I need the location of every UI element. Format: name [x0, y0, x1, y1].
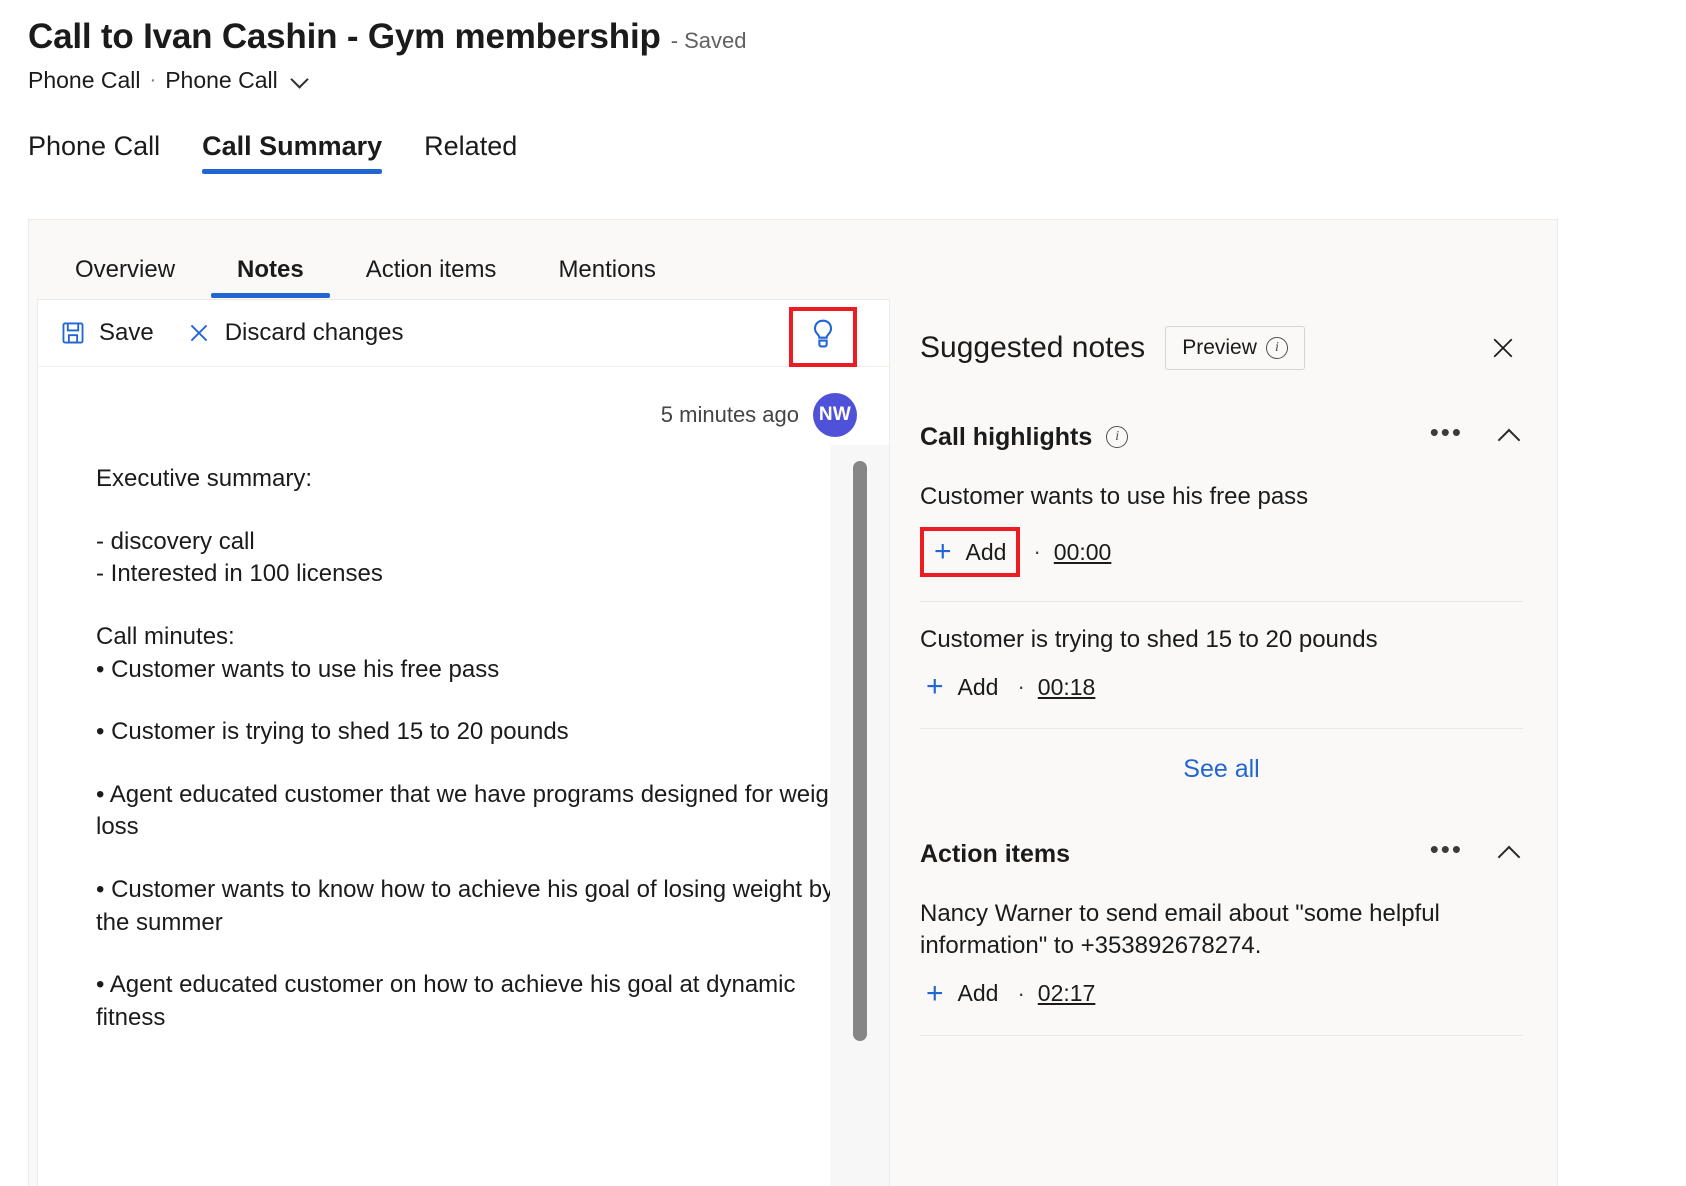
see-all-row: See all [920, 729, 1523, 814]
save-label: Save [99, 319, 154, 347]
note-line: • Customer wants to use his free pass [96, 654, 849, 687]
breadcrumb: Phone Call · Phone Call [28, 67, 1686, 94]
timestamp-link[interactable]: 00:00 [1054, 539, 1112, 566]
section-title: Call highlights [920, 423, 1092, 452]
breadcrumb-form: Phone Call [165, 67, 278, 94]
notes-and-suggestions: Save Discard changes [37, 299, 1557, 1186]
suggestion-actions: + Add · 00:00 [920, 527, 1523, 577]
notes-scrollbar[interactable] [830, 445, 889, 1186]
tab-notes[interactable]: Notes [211, 256, 330, 298]
tab-call-summary[interactable]: Call Summary [202, 131, 382, 174]
chevron-down-icon[interactable] [291, 71, 309, 89]
more-options-icon[interactable]: ••• [1430, 419, 1463, 455]
timestamp-link[interactable]: 02:17 [1038, 980, 1096, 1007]
more-options-icon[interactable]: ••• [1430, 836, 1463, 872]
note-line: Executive summary: [96, 463, 849, 496]
suggested-notes-header: Suggested notes Preview i [920, 299, 1523, 397]
breadcrumb-entity: Phone Call [28, 67, 141, 94]
suggestion-text: Customer is trying to shed 15 to 20 poun… [920, 624, 1523, 656]
record-title-row: Call to Ivan Cashin - Gym membership - S… [28, 18, 1686, 57]
plus-icon: + [926, 979, 944, 1009]
chevron-up-icon[interactable] [1497, 424, 1523, 450]
plus-icon: + [934, 537, 952, 567]
timestamp-link[interactable]: 00:18 [1038, 674, 1096, 701]
tab-phone-call[interactable]: Phone Call [28, 131, 160, 174]
note-line: - Interested in 100 licenses [96, 558, 849, 591]
top-tab-bar: Phone Call Call Summary Related [0, 94, 1686, 174]
notes-body-wrap: Executive summary: - discovery call - In… [38, 437, 889, 1186]
list-item: Customer is trying to shed 15 to 20 poun… [920, 602, 1523, 729]
chevron-up-icon[interactable] [1497, 841, 1523, 867]
info-icon[interactable]: i [1266, 337, 1288, 359]
notes-toolbar: Save Discard changes [38, 300, 889, 367]
record-header: Call to Ivan Cashin - Gym membership - S… [0, 0, 1686, 94]
note-line: • Customer is trying to shed 15 to 20 po… [96, 716, 849, 749]
suggestion-text: Customer wants to use his free pass [920, 481, 1523, 513]
add-suggestion-button[interactable]: + Add [920, 977, 1004, 1011]
suggestion-text: Nancy Warner to send email about "some h… [920, 898, 1523, 962]
section-actions: ••• [1430, 836, 1523, 872]
suggestion-actions: + Add · 00:18 [920, 670, 1523, 704]
add-label: Add [958, 980, 999, 1007]
add-suggestion-button[interactable]: + Add [920, 527, 1020, 577]
separator-dot: · [1017, 981, 1024, 1007]
tab-action-items[interactable]: Action items [340, 256, 523, 298]
suggested-notes-title: Suggested notes [920, 331, 1145, 365]
add-label: Add [966, 539, 1007, 566]
notes-pane: Save Discard changes [37, 299, 890, 1186]
add-label: Add [958, 674, 999, 701]
note-line: Call minutes: [96, 621, 849, 654]
tab-related[interactable]: Related [424, 131, 517, 174]
save-status: - Saved [671, 28, 747, 54]
note-meta: 5 minutes ago NW [38, 367, 889, 437]
tab-overview[interactable]: Overview [49, 256, 201, 298]
preview-label: Preview [1182, 336, 1257, 360]
note-line: • Customer wants to know how to achieve … [96, 874, 849, 939]
notes-text-editor[interactable]: Executive summary: - discovery call - In… [38, 437, 889, 1186]
note-line: • Agent educated customer that we have p… [96, 779, 849, 844]
save-button[interactable]: Save [60, 319, 154, 347]
close-icon [186, 320, 212, 346]
save-icon [60, 320, 86, 346]
discard-label: Discard changes [225, 319, 404, 347]
preview-badge[interactable]: Preview i [1165, 326, 1305, 370]
discard-changes-button[interactable]: Discard changes [186, 319, 404, 347]
plus-icon: + [926, 672, 944, 702]
avatar: NW [813, 393, 857, 437]
section-header-action-items: Action items ••• [920, 832, 1523, 876]
close-panel-button[interactable] [1483, 328, 1523, 368]
suggestion-actions: + Add · 02:17 [920, 977, 1523, 1011]
breadcrumb-separator: · [150, 69, 157, 92]
note-line: • Agent educated customer on how to achi… [96, 969, 849, 1034]
section-header-call-highlights: Call highlights i ••• [920, 415, 1523, 459]
inner-tab-bar: Overview Notes Action items Mentions [29, 220, 1557, 298]
separator-dot: · [1017, 674, 1024, 700]
suggested-notes-pane: Suggested notes Preview i Call highlight… [890, 299, 1557, 1186]
add-suggestion-button[interactable]: + Add [920, 670, 1004, 704]
suggested-notes-toggle-button[interactable] [789, 307, 857, 367]
list-item: Nancy Warner to send email about "some h… [920, 876, 1523, 1035]
note-blank-line [96, 591, 849, 621]
section-title: Action items [920, 840, 1070, 869]
list-item: Customer wants to use his free pass + Ad… [920, 459, 1523, 602]
note-blank-line [96, 496, 849, 526]
info-icon[interactable]: i [1106, 426, 1128, 448]
notes-scrollbar-thumb[interactable] [853, 461, 867, 1041]
separator-dot: · [1033, 539, 1040, 565]
note-timestamp: 5 minutes ago [661, 402, 799, 428]
lightbulb-icon [808, 318, 838, 357]
section-actions: ••• [1430, 419, 1523, 455]
page-title: Call to Ivan Cashin - Gym membership [28, 18, 661, 57]
call-summary-region: Overview Notes Action items Mentions Sav… [28, 219, 1558, 1186]
tab-mentions[interactable]: Mentions [532, 256, 681, 298]
note-line: - discovery call [96, 526, 849, 559]
see-all-link[interactable]: See all [1183, 755, 1259, 784]
